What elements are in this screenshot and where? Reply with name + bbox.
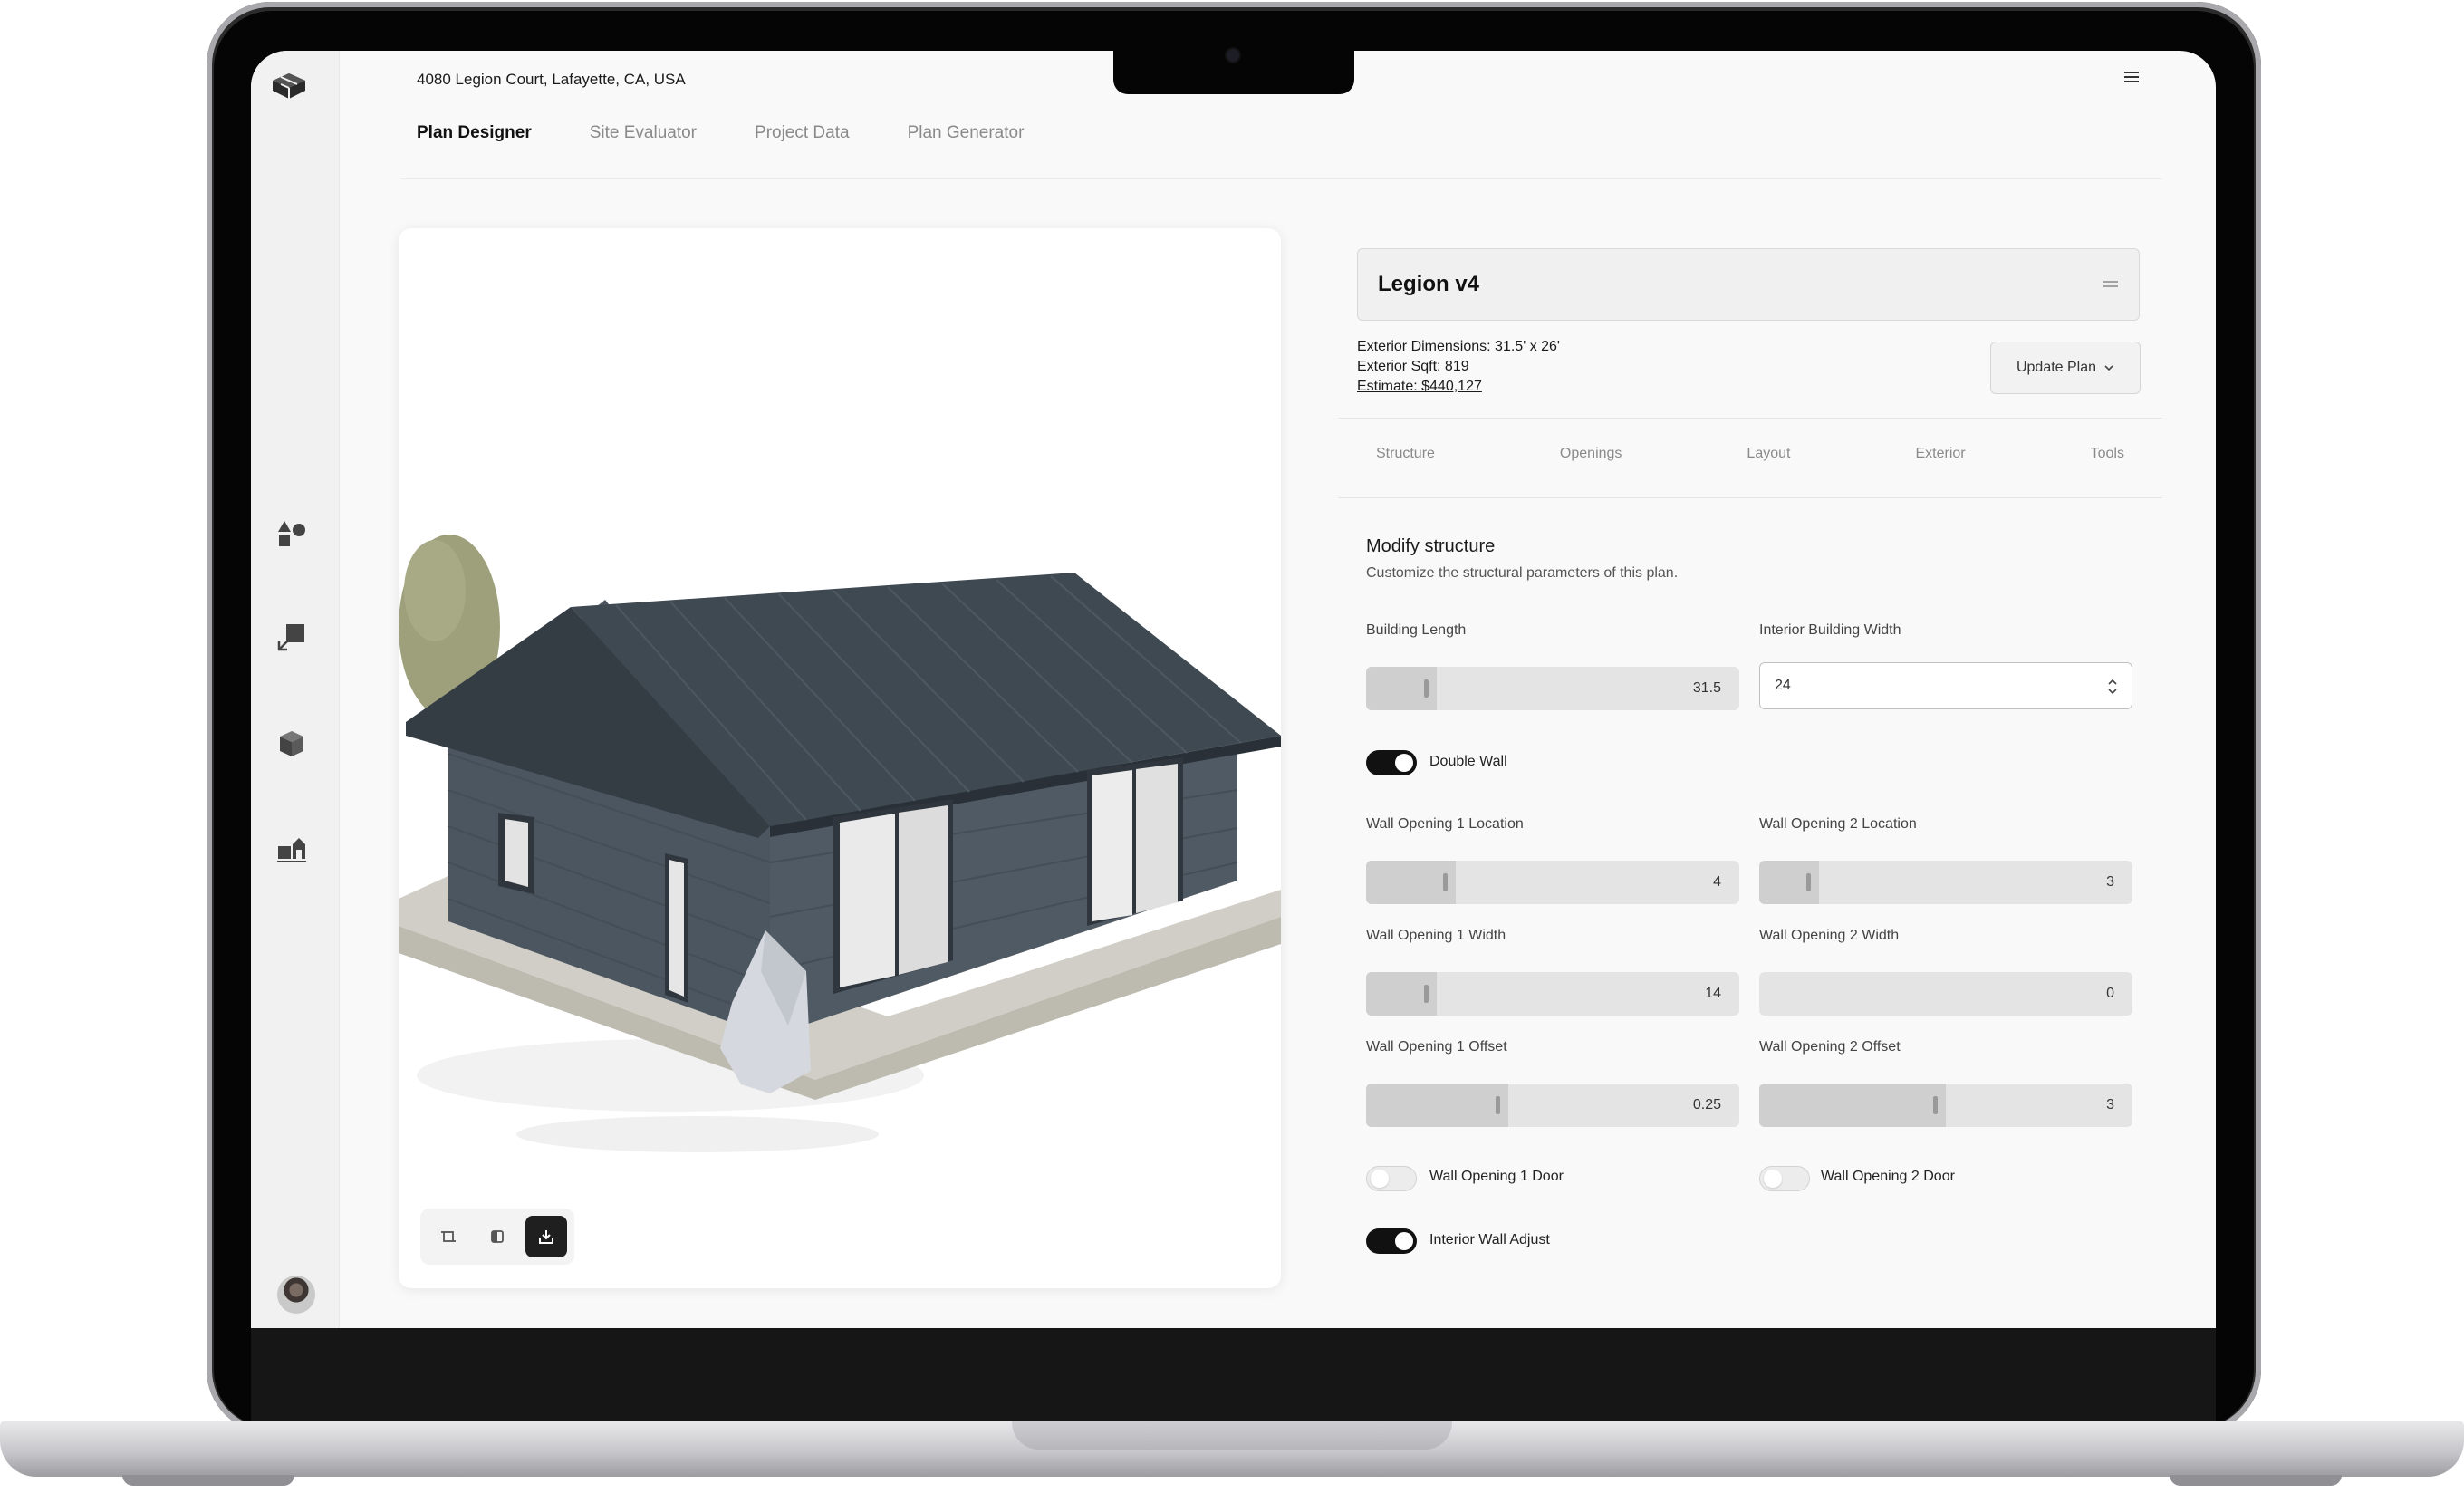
slider-thumb[interactable] bbox=[1424, 985, 1429, 1003]
slider-value: 0.25 bbox=[1692, 1097, 1721, 1113]
opening2-location-label: Wall Opening 2 Location bbox=[1759, 816, 1917, 832]
house-3d-render[interactable] bbox=[399, 228, 1281, 1288]
opening2-width-slider[interactable]: 0 bbox=[1759, 972, 2132, 1016]
tab-site-evaluator[interactable]: Site Evaluator bbox=[590, 123, 697, 143]
slider-thumb[interactable] bbox=[1424, 679, 1429, 698]
interior-wall-adjust-toggle[interactable] bbox=[1366, 1228, 1417, 1254]
user-avatar[interactable] bbox=[277, 1276, 315, 1314]
tab-layout[interactable]: Layout bbox=[1747, 446, 1790, 462]
toggle-knob bbox=[1395, 1232, 1413, 1250]
tab-openings[interactable]: Openings bbox=[1560, 446, 1622, 462]
frame-icon bbox=[441, 1231, 456, 1242]
plan-selector[interactable]: Legion v4 bbox=[1357, 248, 2140, 321]
slider-value: 14 bbox=[1705, 986, 1721, 1001]
toggle-knob bbox=[1371, 1170, 1389, 1188]
plan-name: Legion v4 bbox=[1378, 272, 1480, 296]
tab-structure[interactable]: Structure bbox=[1376, 446, 1435, 462]
slider-value: 4 bbox=[1713, 874, 1721, 890]
opening1-width-label: Wall Opening 1 Width bbox=[1366, 928, 1506, 943]
split-view-icon bbox=[491, 1230, 504, 1243]
logo-icon[interactable] bbox=[269, 71, 309, 103]
buildings-icon[interactable] bbox=[276, 833, 307, 864]
double-wall-toggle[interactable] bbox=[1366, 750, 1417, 775]
plan-metadata: Exterior Dimensions: 31.5' x 26' Exterio… bbox=[1357, 337, 1560, 397]
panel-divider bbox=[1338, 418, 2162, 419]
laptop-opening-notch bbox=[1012, 1421, 1452, 1450]
shapes-icon[interactable] bbox=[276, 518, 307, 549]
slider-value: 31.5 bbox=[1692, 680, 1721, 696]
update-plan-label: Update Plan bbox=[2016, 360, 2097, 375]
opening2-offset-slider[interactable]: 3 bbox=[1759, 1084, 2132, 1127]
header-divider bbox=[400, 178, 2162, 179]
slider-value: 3 bbox=[2106, 874, 2114, 890]
sidebar bbox=[251, 51, 340, 1328]
update-plan-button[interactable]: Update Plan bbox=[1990, 342, 2141, 394]
download-icon bbox=[539, 1230, 553, 1244]
laptop-foot-right bbox=[2170, 1475, 2342, 1486]
project-address: 4080 Legion Court, Lafayette, CA, USA bbox=[417, 71, 686, 88]
screen-chin bbox=[251, 1328, 2216, 1424]
camera-icon bbox=[1227, 49, 1239, 62]
section-title: Modify structure bbox=[1366, 536, 1496, 556]
toggle-knob bbox=[1764, 1170, 1782, 1188]
laptop-foot-left bbox=[122, 1475, 294, 1486]
laptop-mockup: 4080 Legion Court, Lafayette, CA, USA Pl… bbox=[0, 0, 2464, 1493]
panel-tabs-divider bbox=[1338, 497, 2162, 498]
toggle-knob bbox=[1395, 754, 1413, 772]
estimate-link[interactable]: Estimate: $440,127 bbox=[1357, 377, 1560, 397]
tab-exterior[interactable]: Exterior bbox=[1915, 446, 1965, 462]
opening2-width-label: Wall Opening 2 Width bbox=[1759, 928, 1900, 943]
opening2-door-label: Wall Opening 2 Door bbox=[1821, 1169, 1955, 1184]
interior-wall-adjust-label: Interior Wall Adjust bbox=[1429, 1232, 1550, 1247]
slider-value: 3 bbox=[2106, 1097, 2114, 1113]
slider-thumb[interactable] bbox=[1805, 873, 1811, 891]
exterior-dimensions: Exterior Dimensions: 31.5' x 26' bbox=[1357, 339, 1560, 354]
slider-fill bbox=[1759, 1084, 1946, 1127]
opening1-location-label: Wall Opening 1 Location bbox=[1366, 816, 1524, 832]
opening2-location-slider[interactable]: 3 bbox=[1759, 861, 2132, 904]
interior-width-input[interactable]: 24 bbox=[1759, 662, 2132, 709]
tab-plan-generator[interactable]: Plan Generator bbox=[908, 123, 1025, 143]
opening1-door-toggle[interactable] bbox=[1366, 1166, 1417, 1191]
resize-icon[interactable] bbox=[276, 621, 307, 652]
opening2-offset-label: Wall Opening 2 Offset bbox=[1759, 1039, 1901, 1055]
viewer-toolbar bbox=[420, 1209, 574, 1265]
panel-tabs: Structure Openings Layout Exterior Tools bbox=[1338, 446, 2162, 462]
cube-icon[interactable] bbox=[276, 728, 307, 759]
app-screen: 4080 Legion Court, Lafayette, CA, USA Pl… bbox=[251, 51, 2216, 1328]
building-length-label: Building Length bbox=[1366, 622, 1467, 638]
slider-thumb[interactable] bbox=[1933, 1096, 1938, 1114]
building-length-slider[interactable]: 31.5 bbox=[1366, 667, 1739, 710]
opening1-door-label: Wall Opening 1 Door bbox=[1429, 1169, 1564, 1184]
stepper-icon[interactable] bbox=[2106, 676, 2119, 698]
opening2-door-toggle[interactable] bbox=[1759, 1166, 1810, 1191]
split-view-button[interactable] bbox=[476, 1216, 518, 1257]
hamburger-menu-icon[interactable] bbox=[2122, 67, 2142, 87]
chevron-down-icon bbox=[2104, 365, 2113, 371]
opening1-width-slider[interactable]: 14 bbox=[1366, 972, 1739, 1016]
slider-value: 0 bbox=[2106, 986, 2114, 1001]
3d-viewer[interactable] bbox=[399, 228, 1281, 1288]
main-tabs: Plan Designer Site Evaluator Project Dat… bbox=[417, 123, 1024, 143]
download-button[interactable] bbox=[525, 1216, 567, 1257]
double-wall-label: Double Wall bbox=[1429, 754, 1507, 769]
tab-plan-designer[interactable]: Plan Designer bbox=[417, 123, 532, 143]
slider-fill bbox=[1366, 1084, 1508, 1127]
frame-button[interactable] bbox=[428, 1216, 469, 1257]
opening1-offset-slider[interactable]: 0.25 bbox=[1366, 1084, 1739, 1127]
tab-project-data[interactable]: Project Data bbox=[755, 123, 850, 143]
slider-thumb[interactable] bbox=[1495, 1096, 1500, 1114]
tab-tools[interactable]: Tools bbox=[2091, 446, 2124, 462]
drag-handle-icon[interactable] bbox=[2103, 278, 2119, 291]
section-subtitle: Customize the structural parameters of t… bbox=[1366, 565, 1679, 581]
opening1-location-slider[interactable]: 4 bbox=[1366, 861, 1739, 904]
interior-width-value: 24 bbox=[1775, 678, 1791, 693]
opening1-offset-label: Wall Opening 1 Offset bbox=[1366, 1039, 1507, 1055]
interior-width-label: Interior Building Width bbox=[1759, 622, 1901, 638]
exterior-sqft: Exterior Sqft: 819 bbox=[1357, 359, 1469, 374]
slider-thumb[interactable] bbox=[1442, 873, 1448, 891]
